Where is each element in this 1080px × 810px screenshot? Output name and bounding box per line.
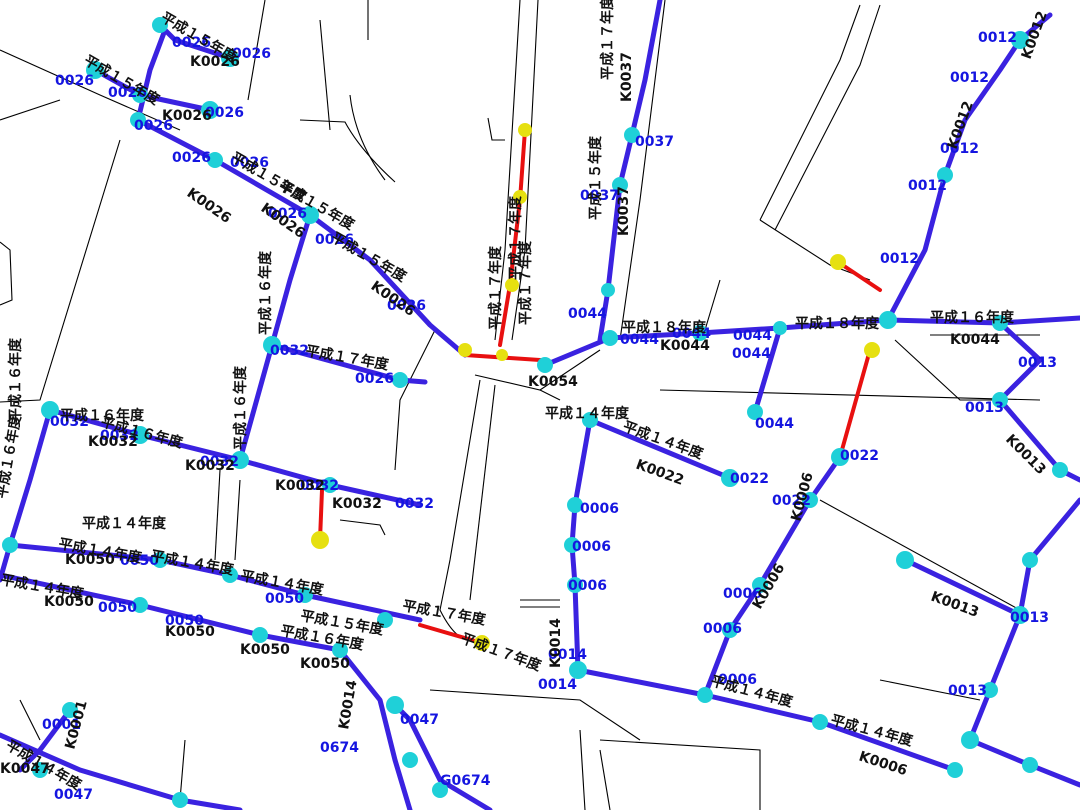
year-label: 平成１４年度: [0, 571, 86, 603]
pipe-id-label: 0044: [568, 306, 607, 322]
pipe-id-label: 0013: [965, 400, 1004, 416]
year-label: 平成１４年度: [829, 711, 916, 749]
year-label: 平成１５年度: [328, 229, 410, 286]
route-code-label: K0050: [165, 624, 215, 640]
node-marker[interactable]: [1022, 552, 1038, 568]
year-label: 平成１４年度: [545, 405, 630, 422]
node-marker[interactable]: [252, 627, 268, 643]
route-code-label: K0044: [950, 332, 1000, 348]
route-code-label: K0054: [528, 374, 578, 390]
year-label: 平成１６年度: [0, 413, 25, 500]
route-code-label: K0050: [240, 642, 290, 658]
pipe-id-label: 0050: [98, 600, 137, 616]
highlighted-node-marker[interactable]: [830, 254, 846, 270]
pipe-id-label: 0026: [355, 371, 394, 387]
node-marker[interactable]: [773, 321, 787, 335]
year-label: 平成１４年度: [149, 547, 236, 579]
node-marker[interactable]: [2, 537, 18, 553]
pipe-id-label: 0013: [1018, 355, 1057, 371]
pipe-id-label: 0012: [908, 178, 947, 194]
map-canvas[interactable]: 0026 0026 0026 0026 0026 0026 0026 0026 0026 0026…: [0, 0, 1080, 810]
route-code-label: K0022: [634, 457, 686, 489]
pipe-network-map[interactable]: 0026002600260026002600260026 002600260026…: [0, 0, 1080, 810]
highlighted-node-marker[interactable]: [864, 342, 880, 358]
node-marker[interactable]: [1052, 462, 1068, 478]
year-label: 平成１７年度: [304, 342, 391, 374]
pipe-id-label: 0006: [580, 501, 619, 517]
node-layer: [2, 17, 1068, 808]
pipe-id-label: 0044: [732, 346, 771, 362]
year-label: 平成１６年度: [232, 365, 249, 450]
pipe-id-label: 0032: [395, 496, 434, 512]
route-code-label: K0044: [660, 338, 710, 354]
route-code-label: K0032: [275, 478, 325, 494]
year-label: 平成１７年度: [599, 0, 616, 80]
highlighted-node-marker[interactable]: [518, 123, 532, 137]
year-label: 平成１７年度: [459, 630, 545, 675]
pipe-id-label: G0674: [440, 773, 491, 789]
year-label: 平成１４年度: [82, 515, 167, 532]
year-label: 平成１６年度: [930, 309, 1015, 326]
node-marker[interactable]: [402, 752, 418, 768]
pipe-id-label: 0026: [55, 73, 94, 89]
pipe-id-label: 0044: [733, 328, 772, 344]
route-code-label: K0032: [332, 496, 382, 512]
node-marker[interactable]: [812, 714, 828, 730]
route-code-label: K0026: [162, 108, 212, 124]
node-marker[interactable]: [896, 551, 914, 569]
route-code-label: K0050: [300, 656, 350, 672]
pipe-id-label: 0047: [400, 712, 439, 728]
route-code-label: K0013: [1002, 432, 1049, 479]
node-marker[interactable]: [601, 283, 615, 297]
year-label: 平成１７年度: [487, 245, 504, 330]
node-marker[interactable]: [602, 330, 618, 346]
pipe-id-label: 0674: [320, 740, 359, 756]
route-code-label: K0037: [619, 52, 635, 102]
pipe-id-label: 0013: [1010, 610, 1049, 626]
year-label: 平成１６年度: [257, 250, 274, 335]
year-label: 平成１７年度: [507, 195, 524, 280]
pipe-id-label: 0013: [948, 683, 987, 699]
pipe-id-label: 0032: [270, 343, 309, 359]
route-code-label: K0014: [336, 679, 360, 731]
year-label: 平成１７年度: [401, 597, 488, 629]
highlighted-node-marker[interactable]: [311, 531, 329, 549]
pipe-id-label: 0006: [572, 539, 611, 555]
pipe-id-label: 0006: [703, 621, 742, 637]
pipe-id-label: 0012: [978, 30, 1017, 46]
pipe-id-label: 0012: [950, 70, 989, 86]
route-code-label: K0037: [616, 186, 632, 236]
pipe-id-label: 0037: [635, 134, 674, 150]
node-marker[interactable]: [947, 762, 963, 778]
route-code-label: K0032: [185, 458, 235, 474]
node-marker[interactable]: [392, 372, 408, 388]
node-marker[interactable]: [1022, 757, 1038, 773]
year-label: 平成１８年度: [795, 315, 880, 332]
route-code-label: K0026: [184, 185, 234, 227]
pipe-id-label: 0014: [538, 677, 577, 693]
pipe-id-label: 0026: [172, 150, 211, 166]
node-marker[interactable]: [879, 311, 897, 329]
node-marker[interactable]: [697, 687, 713, 703]
node-marker[interactable]: [961, 731, 979, 749]
highlighted-node-marker[interactable]: [496, 349, 508, 361]
node-marker[interactable]: [537, 357, 553, 373]
node-marker[interactable]: [172, 792, 188, 808]
pipe-id-label: 0022: [840, 448, 879, 464]
highlighted-node-marker[interactable]: [458, 343, 472, 357]
pipe-id-label: 0012: [880, 251, 919, 267]
pipe-id-label: 0006: [568, 578, 607, 594]
route-code-label: K0014: [548, 618, 564, 668]
pipe-id-label: 0044: [755, 416, 794, 432]
pipe-id-label: 0022: [730, 471, 769, 487]
year-label: 平成１８年度: [622, 319, 707, 336]
year-label: 平成１５年度: [587, 135, 604, 220]
year-label: 平成１６年度: [7, 337, 24, 422]
